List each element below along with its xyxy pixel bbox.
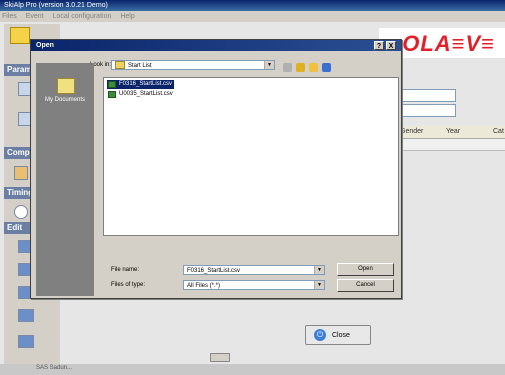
file-list[interactable]: F0316_StartList.csv U0035_StartList.csv (103, 77, 399, 236)
home-icon[interactable] (10, 27, 30, 44)
csv-file-icon (108, 81, 116, 88)
dialog-titlebar: Open ? X (31, 40, 401, 51)
grid-header: Gender Year Cat (396, 126, 505, 139)
menu-help[interactable]: Help (120, 13, 134, 20)
bottom-bar: SAS Sadun... (0, 364, 505, 375)
power-icon: ⏻ (314, 329, 326, 341)
open-dialog: Open ? X Look in: Start List ▼ My Docume… (30, 39, 402, 299)
menu-files[interactable]: Files (2, 13, 17, 20)
file-item-f0316[interactable]: F0316_StartList.csv (107, 80, 175, 89)
help-button[interactable]: ? (374, 41, 384, 50)
bottom-label: SAS Sadun... (36, 365, 73, 371)
form-field-1[interactable] (396, 89, 456, 102)
file-type-dropdown[interactable]: All Files (*.*) ▼ (183, 280, 325, 290)
file-item-u0035[interactable]: U0035_StartList.csv (107, 90, 175, 99)
cancel-button[interactable]: Cancel (337, 279, 394, 292)
chevron-down-icon[interactable]: ▼ (314, 281, 324, 289)
dialog-close-button[interactable]: X (386, 41, 396, 50)
folder-icon (115, 61, 125, 70)
chevron-down-icon[interactable]: ▼ (264, 61, 274, 69)
scrollbar-thumb[interactable] (210, 353, 230, 362)
look-in-dropdown[interactable]: Start List ▼ (111, 60, 275, 70)
grid-col-year[interactable]: Year (446, 128, 460, 135)
grid-col-cat[interactable]: Cat (493, 128, 504, 135)
app-titlebar: SkiAlp Pro (version 3.0.21 Demo) (0, 0, 505, 11)
form-field-2[interactable] (396, 104, 456, 117)
clock-icon[interactable] (14, 205, 28, 219)
look-in-value: Start List (128, 63, 152, 69)
chevron-down-icon[interactable]: ▼ (314, 266, 324, 274)
new-folder-icon[interactable] (309, 63, 318, 72)
app-title: SkiAlp Pro (version 3.0.21 Demo) (4, 2, 108, 9)
csv-file-icon (108, 91, 116, 98)
places-bar: My Documents (36, 63, 94, 296)
grid-col-gender[interactable]: Gender (400, 128, 423, 135)
menu-event[interactable]: Event (26, 13, 44, 20)
logo-text: OLA≡V≡ (402, 31, 495, 56)
edit-item-5-icon[interactable] (18, 335, 34, 348)
close-button[interactable]: ⏻ Close (305, 325, 371, 345)
competitors-icon[interactable] (14, 166, 28, 180)
file-type-label: Files of type: (111, 282, 146, 288)
up-folder-icon[interactable] (296, 63, 305, 72)
dialog-title: Open (36, 42, 54, 49)
menu-local-configuration[interactable]: Local configuration (53, 13, 112, 20)
places-my-documents[interactable]: My Documents (36, 97, 94, 103)
my-documents-icon[interactable] (57, 78, 75, 94)
edit-item-4-icon[interactable] (18, 309, 34, 322)
file-name-input[interactable]: F0316_StartList.csv ▼ (183, 265, 325, 275)
back-icon[interactable] (283, 63, 292, 72)
file-name-label: File name: (111, 267, 140, 273)
open-button[interactable]: Open (337, 263, 394, 276)
grid-row[interactable] (396, 139, 505, 151)
app-menubar: Files Event Local configuration Help (0, 11, 505, 22)
view-menu-icon[interactable] (322, 63, 331, 72)
